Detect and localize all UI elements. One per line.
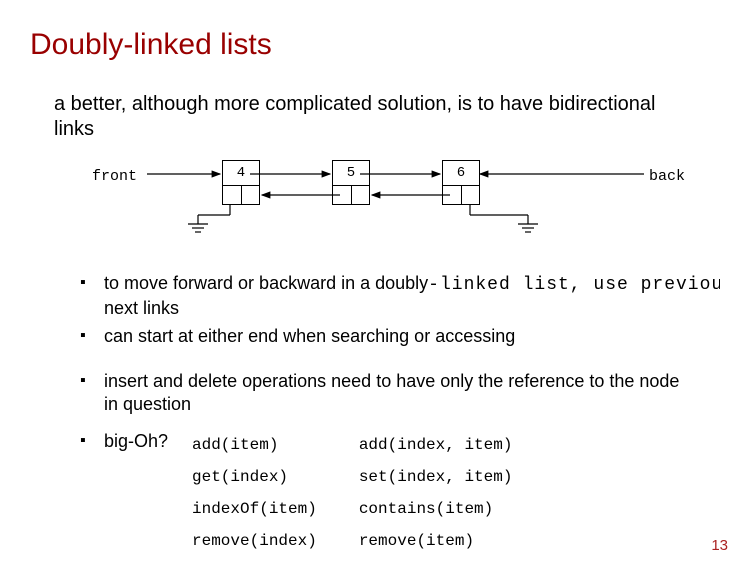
method-cell: add(item) <box>192 430 357 460</box>
method-cell: set(index, item) <box>359 462 553 492</box>
intro-text: a better, although more complicated solu… <box>54 92 674 142</box>
method-cell: remove(index) <box>192 526 357 556</box>
page-number: 13 <box>711 537 728 554</box>
table-row: indexOf(item) contains(item) <box>192 494 552 524</box>
slide-title: Doubly-linked lists <box>30 28 272 62</box>
method-cell: get(index) <box>192 462 357 492</box>
bullet-group-2: insert and delete operations need to hav… <box>80 370 720 421</box>
bullet-mono: -linked list, use previous & <box>428 275 720 295</box>
bullet-group-1: to move forward or backward in a doubly-… <box>80 272 720 352</box>
bullet-item: insert and delete operations need to hav… <box>80 370 694 417</box>
bullet-text: insert and delete operations need to hav… <box>104 371 679 414</box>
method-cell: indexOf(item) <box>192 494 357 524</box>
table-row: get(index) set(index, item) <box>192 462 552 492</box>
bullet-text: to move forward or backward in a doubly <box>104 273 428 293</box>
table-row: remove(index) remove(item) <box>192 526 552 556</box>
bullet-item: to move forward or backward in a doubly-… <box>80 272 720 321</box>
method-cell: remove(item) <box>359 526 553 556</box>
bullet-text-line2: next links <box>104 298 179 318</box>
diagram-links <box>92 160 692 250</box>
method-cell: add(index, item) <box>359 430 553 460</box>
methods-table: add(item) add(index, item) get(index) se… <box>190 428 554 558</box>
bullet-item: can start at either end when searching o… <box>80 325 720 348</box>
linked-list-diagram: front back 4 5 6 <box>92 160 692 250</box>
method-cell: contains(item) <box>359 494 553 524</box>
bigoh-label: big-Oh? <box>104 431 168 451</box>
table-row: add(item) add(index, item) <box>192 430 552 460</box>
bullet-text: can start at either end when searching o… <box>104 326 515 346</box>
slide: Doubly-linked lists a better, although m… <box>0 0 756 576</box>
